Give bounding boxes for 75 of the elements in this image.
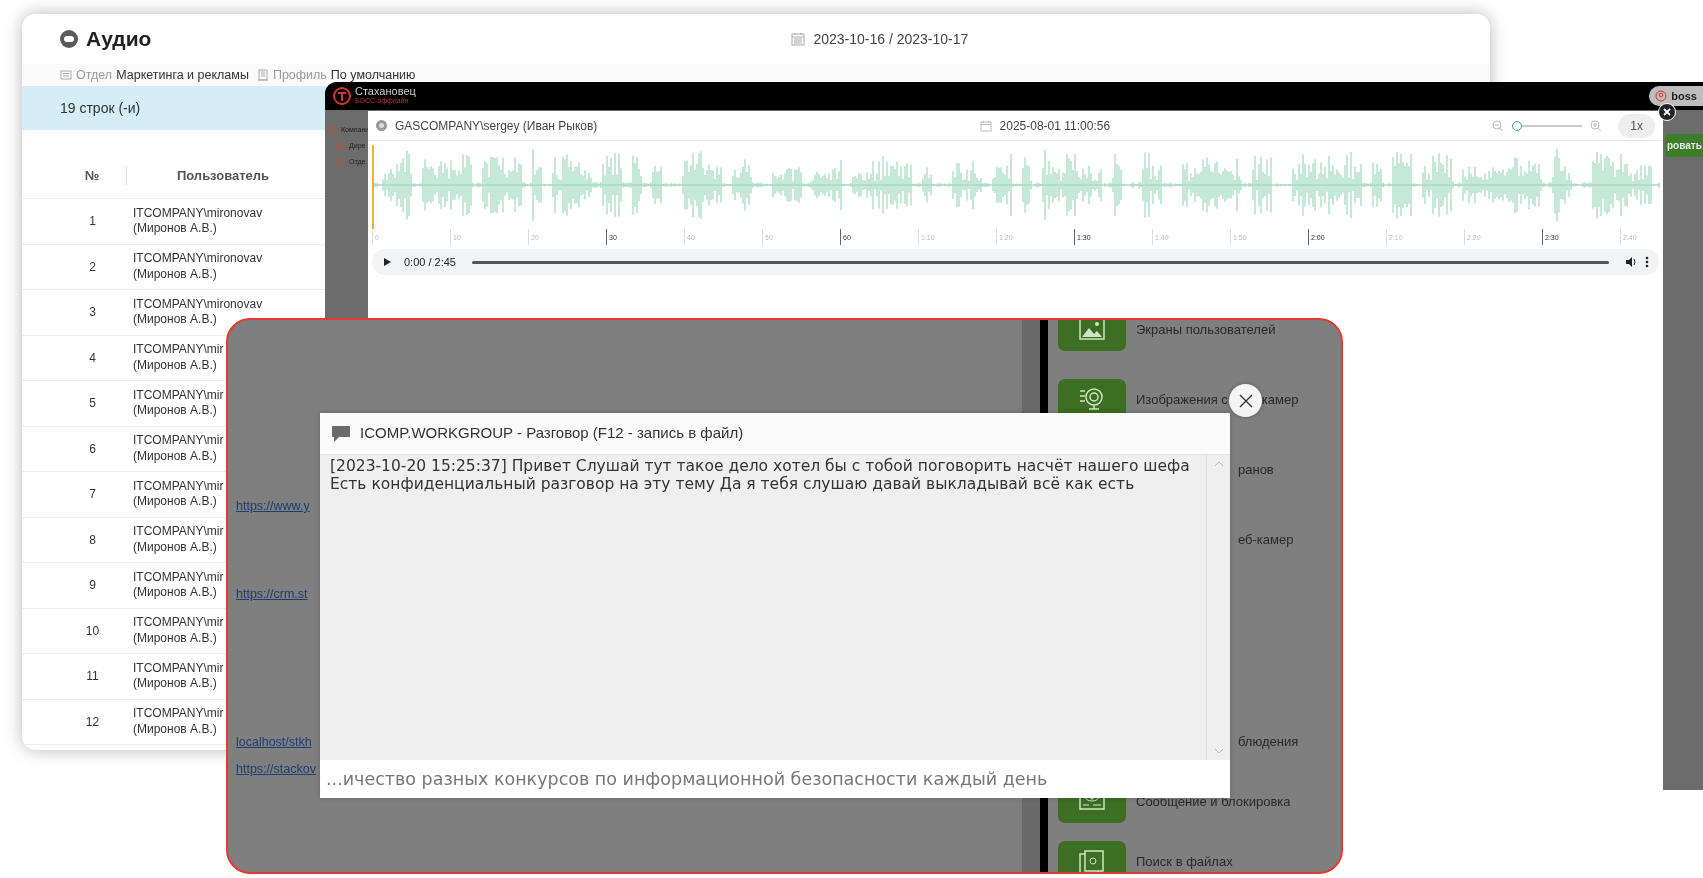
menu-label[interactable]: блюдения: [1238, 732, 1299, 752]
row-number: 8: [88, 531, 97, 549]
row-number: 4: [88, 349, 97, 367]
row-number: 7: [88, 486, 97, 504]
row-number: 10: [84, 622, 101, 640]
input-field[interactable]: ...ичество разных конкурсов по информационной безопасности каждый день: [320, 760, 1230, 798]
row-number: 3: [88, 304, 97, 322]
menu-tile[interactable]: [1058, 841, 1126, 872]
recording-user: GASCOMPANY\sergey (Иван Рыков): [395, 117, 598, 135]
row-number: 6: [88, 440, 97, 458]
zoom-slider-thumb[interactable]: [1512, 120, 1523, 131]
row-number: 12: [84, 713, 101, 731]
logo-icon: [333, 87, 351, 105]
user-cell-text: ITCOMPANY\mir (Миронов А.В.): [132, 524, 224, 556]
row-number: 9: [88, 577, 97, 595]
user-cell-text: ITCOMPANY\mironovav (Миронов А.В.): [132, 205, 263, 237]
row-number: 11: [85, 668, 100, 686]
brand-name: Стахановец: [355, 86, 416, 98]
action-button[interactable]: ровать: [1665, 134, 1703, 157]
speed-button[interactable]: 1x: [1618, 113, 1655, 138]
user-cell-text: ITCOMPANY\mironovav (Миронов А.В.): [132, 251, 263, 283]
user-cell-text: ITCOMPANY\mir (Миронов А.В.): [132, 387, 224, 419]
menu-label[interactable]: ранов: [1238, 460, 1274, 480]
user-cell-text: ITCOMPANY\mir (Миронов А.В.): [132, 342, 224, 374]
column-header: Пользователь: [175, 166, 271, 185]
calendar-icon: [791, 32, 806, 46]
dialog-title: ICOMP.WORKGROUP - Разговор (F12 - запись в файл): [360, 423, 744, 444]
menu-label[interactable]: Экраны пользователей: [1136, 320, 1276, 340]
row-number: 2: [88, 258, 97, 276]
filter-label: Отдел: [76, 66, 113, 84]
files-icon: [1079, 849, 1105, 872]
row-number: 5: [88, 395, 97, 413]
user-icon: [1655, 90, 1668, 102]
close-icon: [1238, 393, 1253, 408]
chat-icon: [330, 423, 352, 444]
picture-icon: [1079, 320, 1105, 343]
menu-label[interactable]: еб-камер: [1238, 530, 1294, 550]
webcam-icon: [1079, 387, 1105, 413]
user-cell-text: ITCOMPANY\mir (Миронов А.В.): [132, 478, 224, 510]
calendar-icon: [979, 119, 992, 132]
page-title: Аудио: [86, 26, 152, 53]
play-icon[interactable]: [382, 257, 392, 267]
user-cell-text: ITCOMPANY\mir (Миронов А.В.): [132, 706, 224, 738]
menu-label[interactable]: Изображения с: [1136, 390, 1228, 410]
time-readout: 0:00 / 2:45: [404, 254, 456, 270]
building-icon: [256, 69, 269, 81]
user-cell-text: ITCOMPANY\mir (Миронов А.В.): [132, 660, 224, 692]
disc-icon: [60, 30, 78, 48]
progress-track[interactable]: [472, 260, 1609, 264]
user-menu[interactable]: boss: [1649, 86, 1703, 106]
filter-value: По умолчанию: [330, 66, 416, 84]
column-header: №: [22, 165, 127, 186]
link[interactable]: https://www.y: [236, 497, 310, 515]
menu-tile[interactable]: [1058, 320, 1126, 351]
link[interactable]: localhost/stkh: [236, 733, 312, 751]
user-cell-text: ITCOMPANY\mir (Миронов А.В.): [132, 569, 224, 601]
list-icon: [60, 69, 72, 81]
user-cell-text: ITCOMPANY\mir (Миронов А.В.): [132, 615, 224, 647]
filter-value: Маркетинга и рекламы: [116, 66, 249, 84]
disc-icon: [376, 120, 387, 131]
link[interactable]: https://stackov: [236, 760, 316, 778]
row-number: 1: [88, 213, 97, 231]
row-count: 19 строк (-и): [60, 98, 141, 118]
filter-label: Профиль: [272, 66, 327, 84]
date-range: 2023-10-16 / 2023-10-17: [813, 29, 969, 49]
transcript-text: [2023-10-20 15:25:37] Привет Слушай тут такое дело хотел бы с тобой поговорить насчёт нашего шефа Есть конфиденциальный разговор на эту тему Да я тебя слушаю давай выкладывай всё как есть: [329, 456, 1191, 495]
link[interactable]: https://crm.st: [236, 585, 308, 603]
recording-datetime: 2025-08-01 11:00:56: [999, 117, 1111, 135]
menu-label[interactable]: камер: [1261, 390, 1299, 410]
user-cell-text: ITCOMPANY\mironovav (Миронов А.В.): [132, 296, 263, 328]
more-icon[interactable]: [1645, 256, 1649, 268]
volume-icon[interactable]: [1625, 256, 1637, 268]
menu-label[interactable]: Поиск в файлах: [1136, 852, 1233, 872]
user-cell-text: ITCOMPANY\mir (Миронов А.В.): [132, 433, 224, 465]
close-icon: [1663, 108, 1671, 116]
